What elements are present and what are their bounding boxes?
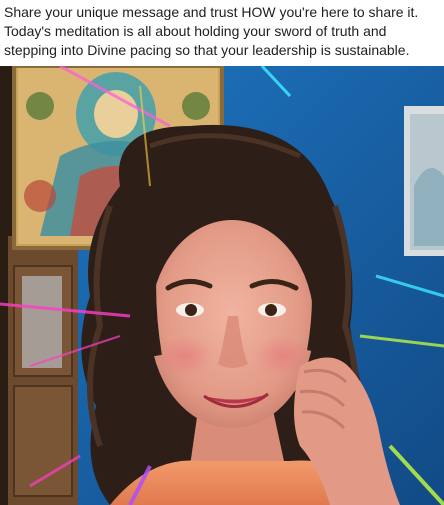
video-frame-illustration bbox=[0, 66, 444, 505]
facebook-post: Share your unique message and trust HOW … bbox=[0, 0, 444, 505]
caption-line: stepping into Divine pacing so that your… bbox=[4, 42, 410, 58]
post-caption: Share your unique message and trust HOW … bbox=[4, 3, 440, 60]
caption-line: Share your unique message and trust HOW … bbox=[4, 4, 419, 20]
caption-line: Today's meditation is all about holding … bbox=[4, 23, 387, 39]
post-video-frame[interactable] bbox=[0, 66, 444, 505]
